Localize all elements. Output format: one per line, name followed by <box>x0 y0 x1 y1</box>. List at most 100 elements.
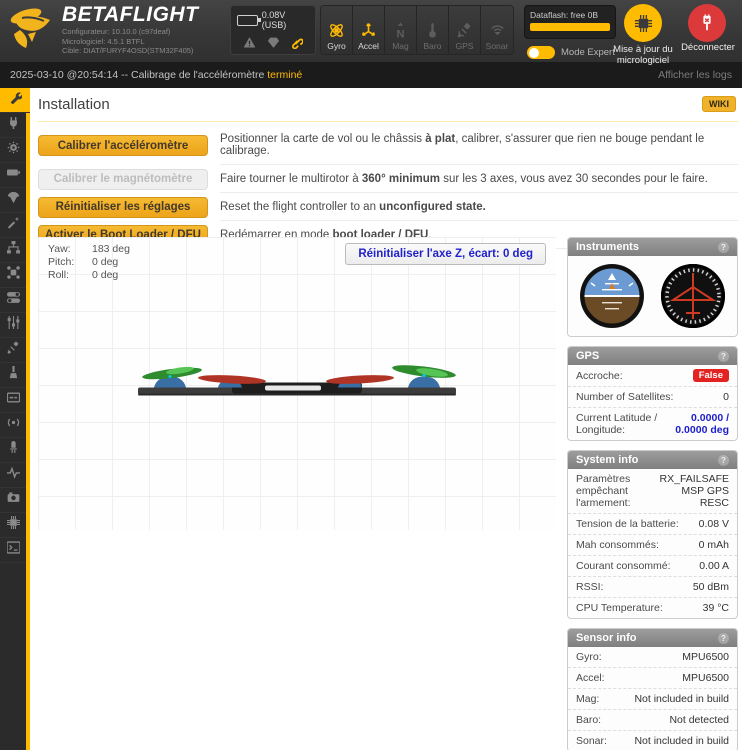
instruments-panel: Instruments ? <box>567 237 738 337</box>
wand-icon <box>7 216 20 234</box>
battery-icon <box>7 166 20 184</box>
chip-icon <box>7 516 20 534</box>
sensor-label: Baro <box>424 41 442 51</box>
link-icon[interactable] <box>290 36 303 49</box>
row-value: 0 <box>723 391 729 403</box>
hornet-logo-icon <box>6 4 58 56</box>
action-description: Reset the flight controller to an unconf… <box>220 194 738 221</box>
help-icon[interactable]: ? <box>718 242 729 253</box>
sidebar-item-osd[interactable] <box>0 388 26 413</box>
parachute-icon <box>7 191 20 209</box>
reset-z-axis-button[interactable]: Réinitialiser l'axe Z, écart: 0 deg <box>345 243 546 265</box>
help-icon[interactable]: ? <box>718 351 729 362</box>
panel-title: GPS <box>576 350 599 362</box>
instruments-title: Instruments <box>576 241 639 253</box>
sensor-status-accel: Accel <box>353 6 385 54</box>
sliders-icon <box>7 316 20 334</box>
sidebar-item-modes[interactable] <box>0 288 26 313</box>
row-label: Mag: <box>576 693 599 705</box>
row-value: 0 mAh <box>699 539 729 551</box>
accel-icon <box>360 22 377 39</box>
row-value: 50 dBm <box>693 581 729 593</box>
page-title: Installation <box>38 96 110 113</box>
row-label: RSSI: <box>576 581 603 593</box>
sensor-status-sonar: Sonar <box>481 6 513 54</box>
sidebar-item-blackbox[interactable] <box>0 513 26 538</box>
panel-row: CPU Temperature:39 °C <box>568 598 737 618</box>
row-value: MPU6500 <box>682 672 729 684</box>
sidebar-item-motors[interactable] <box>0 363 26 388</box>
heading-indicator <box>660 263 726 329</box>
battery-icon <box>237 15 258 26</box>
sensor-label: Gyro <box>327 41 345 51</box>
show-logs-link[interactable]: Afficher les logs <box>658 69 732 81</box>
plug-icon <box>7 116 20 134</box>
sidebar-item-led-strip[interactable] <box>0 438 26 463</box>
sensor-status-gps: GPS <box>449 6 481 54</box>
wiki-button[interactable]: WIKI <box>702 96 736 112</box>
sidebar-item-setup[interactable] <box>0 88 30 113</box>
wrench-icon <box>9 91 22 109</box>
help-icon[interactable]: ? <box>718 455 729 466</box>
sensor-status-bar: Gyro Accel N Mag Baro GPSSonar <box>320 5 514 55</box>
calibration-row: Calibrer le magnétomètreFaire tourner le… <box>38 165 738 193</box>
dataflash-label: Dataflash: free 0B <box>530 10 610 20</box>
row-value: Not included in build <box>634 735 729 747</box>
sidebar-item-sensors[interactable] <box>0 463 26 488</box>
panel-title: Sensor info <box>576 632 637 644</box>
panel-row: RSSI: 50 dBm <box>568 577 737 598</box>
status-badge[interactable]: False <box>693 369 729 382</box>
row-label: Current Latitude / Longitude: <box>576 412 662 436</box>
calibration-row: Calibrer l'accéléromètre Positionner la c… <box>38 126 738 165</box>
row-value[interactable]: 0.0000 / 0.0000 deg <box>668 412 729 436</box>
model-3d-viewport[interactable]: Yaw:183 deg Pitch:0 deg Roll:0 deg Réini… <box>38 237 556 530</box>
quadcopter-3d-model <box>132 351 462 407</box>
osd-icon <box>7 391 20 409</box>
sidebar-item-video-transmitter[interactable] <box>0 413 26 438</box>
sensor-label: Accel <box>358 41 379 51</box>
panel-row: Baro: Not detected <box>568 710 737 731</box>
sidebar-item-power-battery[interactable] <box>0 163 26 188</box>
target-name: Cible: DIAT/FURYF4OSD(STM32F405) <box>62 46 198 56</box>
pitch-value: 0 deg <box>92 256 118 269</box>
expert-mode-toggle[interactable] <box>527 46 555 59</box>
sidebar-item-ports[interactable] <box>0 113 26 138</box>
sidebar-item-adjustments[interactable] <box>0 313 26 338</box>
action-button-0[interactable]: Calibrer l'accéléromètre <box>38 135 208 156</box>
sensor-status-mag: N Mag <box>385 6 417 54</box>
row-label: Baro: <box>576 714 601 726</box>
disconnect-button[interactable] <box>688 4 726 42</box>
row-label: Mah consommés: <box>576 539 659 551</box>
sidebar-item-configuration[interactable] <box>0 138 26 163</box>
disconnect-label[interactable]: Déconnecter <box>680 42 736 53</box>
row-label: Paramètres empêchant l'armement: <box>576 473 653 509</box>
firmware-flasher-button[interactable] <box>624 4 662 42</box>
betaflight-configurator: BETAFLIGHT Configurateur: 10.10.0 (c97de… <box>0 0 742 750</box>
row-value: 39 °C <box>703 602 729 614</box>
quad-icon <box>7 266 20 284</box>
help-icon[interactable]: ? <box>718 633 729 644</box>
info-panels-column: Instruments ? <box>567 237 738 750</box>
action-button-2[interactable]: Réinitialiser les réglages <box>38 197 208 218</box>
panel-row: Mah consommés: 0 mAh <box>568 535 737 556</box>
action-description: Positionner la carte de vol ou le châssi… <box>220 126 738 165</box>
row-value: Not detected <box>669 714 729 726</box>
baro-icon <box>424 22 441 39</box>
sidebar-item-failsafe[interactable] <box>0 188 26 213</box>
sidebar-item-cli[interactable] <box>0 538 26 563</box>
sidebar-item-presets[interactable] <box>0 213 26 238</box>
system-info-panel: System info?Paramètres empêchant l'armem… <box>567 450 738 619</box>
attitude-readout: Yaw:183 deg Pitch:0 deg Roll:0 deg <box>48 243 130 282</box>
svg-text:N: N <box>396 28 404 39</box>
sensor-label: Mag <box>392 41 409 51</box>
row-label: Sonar: <box>576 735 607 747</box>
row-value: RX_FAILSAFE MSP GPS RESC <box>659 473 729 509</box>
setup-tab-content: Installation WIKI Calibrer l'accéléromèt… <box>30 88 742 750</box>
firmware-flasher-label[interactable]: Mise à jour du micrologiciel <box>608 44 678 66</box>
toggle-knob <box>529 48 539 58</box>
row-value: 0.00 A <box>699 560 729 572</box>
sidebar-item-receiver[interactable] <box>0 263 26 288</box>
sidebar-item-camera[interactable] <box>0 488 26 513</box>
sidebar-item-gps[interactable] <box>0 338 26 363</box>
sidebar-item-pid-tuning[interactable] <box>0 238 26 263</box>
